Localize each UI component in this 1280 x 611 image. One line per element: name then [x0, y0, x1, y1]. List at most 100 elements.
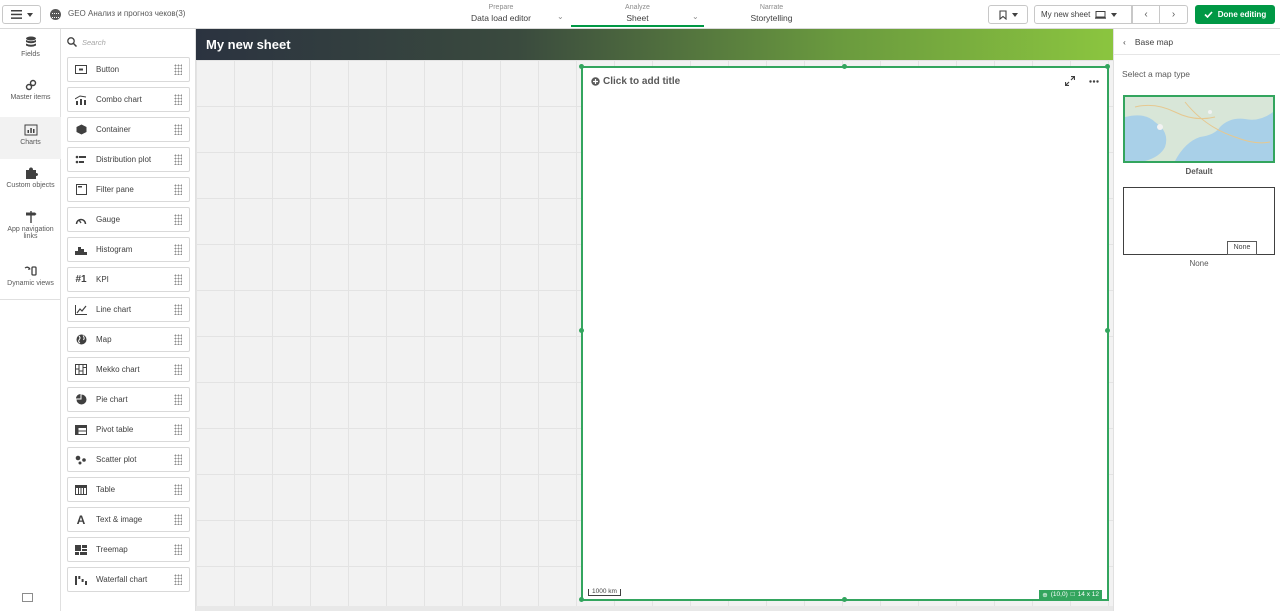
waterfall-chart-icon [74, 574, 88, 586]
distribution-plot-icon [74, 154, 88, 166]
tab-narrate[interactable]: Narrate Storytelling [724, 3, 819, 27]
tab-analyze[interactable]: Analyze Sheet [571, 3, 704, 27]
sheet-selector[interactable]: My new sheet [1034, 5, 1132, 24]
main-menu-button[interactable] [2, 5, 41, 24]
chart-item-scatter-plot[interactable]: Scatter plot [67, 447, 190, 472]
chevron-right-icon: › [1171, 9, 1176, 20]
kpi-icon: #1 [75, 274, 87, 285]
histogram-icon [74, 244, 88, 256]
chart-item-button[interactable]: Button [67, 57, 190, 82]
drag-handle-icon[interactable] [174, 334, 182, 345]
tab-prepare-label: Data load editor [470, 13, 531, 23]
rail-item-charts[interactable]: Charts [0, 117, 61, 159]
done-editing-button[interactable]: Done editing [1195, 5, 1275, 24]
resize-handle[interactable] [579, 597, 584, 602]
rail-item-app-navigation-links[interactable]: App navigation links [0, 211, 61, 251]
drag-handle-icon[interactable] [174, 304, 182, 315]
tab-prepare[interactable]: Prepare Data load editor [457, 3, 545, 27]
drag-handle-icon[interactable] [174, 154, 182, 165]
chart-item-label: Pivot table [96, 425, 134, 434]
properties-header[interactable]: ‹ Base map [1114, 29, 1280, 55]
collapse-panel-icon[interactable] [22, 593, 33, 602]
chart-item-label: Line chart [96, 305, 132, 314]
chart-item-pivot-table[interactable]: Pivot table [67, 417, 190, 442]
chart-item-text-image[interactable]: A Text & image [67, 507, 190, 532]
tab-narrate-label: Storytelling [750, 13, 793, 23]
next-sheet-button[interactable]: › [1160, 5, 1188, 24]
chart-item-histogram[interactable]: Histogram [67, 237, 190, 262]
object-toolbar [1065, 76, 1099, 86]
asset-rail: Fields Master items Charts Custom object… [0, 29, 61, 611]
resize-handle[interactable] [1105, 64, 1110, 69]
drag-handle-icon[interactable] [174, 184, 182, 195]
add-title-button[interactable]: Click to add title [591, 76, 680, 87]
drag-handle-icon[interactable] [174, 484, 182, 495]
drag-handle-icon[interactable] [174, 94, 182, 105]
drag-handle-icon[interactable] [174, 394, 182, 405]
chevron-left-icon[interactable]: ‹ [1123, 37, 1126, 47]
drag-handle-icon[interactable] [174, 64, 182, 75]
drag-handle-icon[interactable] [174, 454, 182, 465]
search-field[interactable]: Search [65, 35, 192, 49]
rail-label: Charts [20, 139, 41, 146]
drag-handle-icon[interactable] [174, 124, 182, 135]
chart-item-gauge[interactable]: Gauge [67, 207, 190, 232]
resize-handle[interactable] [579, 328, 584, 333]
map-option-default-label: Default [1185, 167, 1213, 176]
drag-handle-icon[interactable] [174, 364, 182, 375]
resize-handle[interactable] [579, 64, 584, 69]
chart-item-mekko-chart[interactable]: Mekko chart [67, 357, 190, 382]
resize-handle[interactable] [842, 597, 847, 602]
drag-handle-icon[interactable] [174, 544, 182, 555]
hamburger-icon [10, 10, 22, 19]
resize-handle[interactable] [1105, 328, 1110, 333]
drag-handle-icon[interactable] [174, 514, 182, 525]
drag-handle-icon[interactable] [174, 274, 182, 285]
chart-item-filter-pane[interactable]: Filter pane [67, 177, 190, 202]
rail-item-fields[interactable]: Fields [0, 36, 61, 70]
chart-item-waterfall-chart[interactable]: Waterfall chart [67, 567, 190, 592]
chart-item-combo-chart[interactable]: Combo chart [67, 87, 190, 112]
rail-item-custom-objects[interactable]: Custom objects [0, 167, 61, 201]
drag-handle-icon[interactable] [174, 574, 182, 585]
map-thumbnail [1125, 97, 1273, 161]
app-title[interactable]: GEO Анализ и прогноз чеков(3) [68, 9, 185, 18]
chart-item-table[interactable]: Table [67, 477, 190, 502]
mekko-chart-icon [74, 364, 88, 376]
drag-handle-icon[interactable] [174, 424, 182, 435]
chart-item-kpi[interactable]: #1 KPI [67, 267, 190, 292]
map-object[interactable]: Click to add title 1000 km ⊕ (10,0) □ 14… [581, 66, 1109, 601]
scatter-plot-icon [74, 454, 88, 466]
rail-item-master-items[interactable]: Master items [0, 79, 61, 113]
chart-item-label: Pie chart [96, 395, 128, 404]
tab-narrate-sup: Narrate [759, 4, 784, 11]
bookmark-button[interactable] [988, 5, 1028, 24]
expand-icon[interactable] [1065, 76, 1075, 86]
chevron-down-icon[interactable]: ⌄ [557, 12, 564, 21]
tab-analyze-sup: Analyze [625, 4, 650, 11]
chart-item-container[interactable]: Container [67, 117, 190, 142]
horizontal-scrollbar[interactable] [196, 606, 1113, 611]
sheet-title[interactable]: My new sheet [206, 37, 291, 52]
chart-item-map[interactable]: Map [67, 327, 190, 352]
more-options-icon[interactable] [1089, 79, 1099, 83]
combo-chart-icon [74, 94, 88, 106]
treemap-icon [74, 544, 88, 556]
chart-item-label: Text & image [96, 515, 143, 524]
chart-item-treemap[interactable]: Treemap [67, 537, 190, 562]
chart-item-line-chart[interactable]: Line chart [67, 297, 190, 322]
top-bar: GEO Анализ и прогноз чеков(3) Prepare Da… [0, 0, 1280, 29]
resize-handle[interactable] [842, 64, 847, 69]
rail-item-dynamic-views[interactable]: Dynamic views [0, 265, 61, 299]
drag-handle-icon[interactable] [174, 244, 182, 255]
map-option-default[interactable] [1123, 95, 1275, 163]
previous-sheet-button[interactable]: ‹ [1132, 5, 1160, 24]
chart-item-distribution-plot[interactable]: Distribution plot [67, 147, 190, 172]
table-icon [74, 484, 88, 496]
sheet-selector-label: My new sheet [1041, 10, 1091, 19]
drag-handle-icon[interactable] [174, 214, 182, 225]
plus-circle-icon [591, 77, 600, 86]
chart-item-label: Container [96, 125, 131, 134]
chevron-down-icon[interactable]: ⌄ [692, 12, 699, 21]
chart-item-pie-chart[interactable]: Pie chart [67, 387, 190, 412]
